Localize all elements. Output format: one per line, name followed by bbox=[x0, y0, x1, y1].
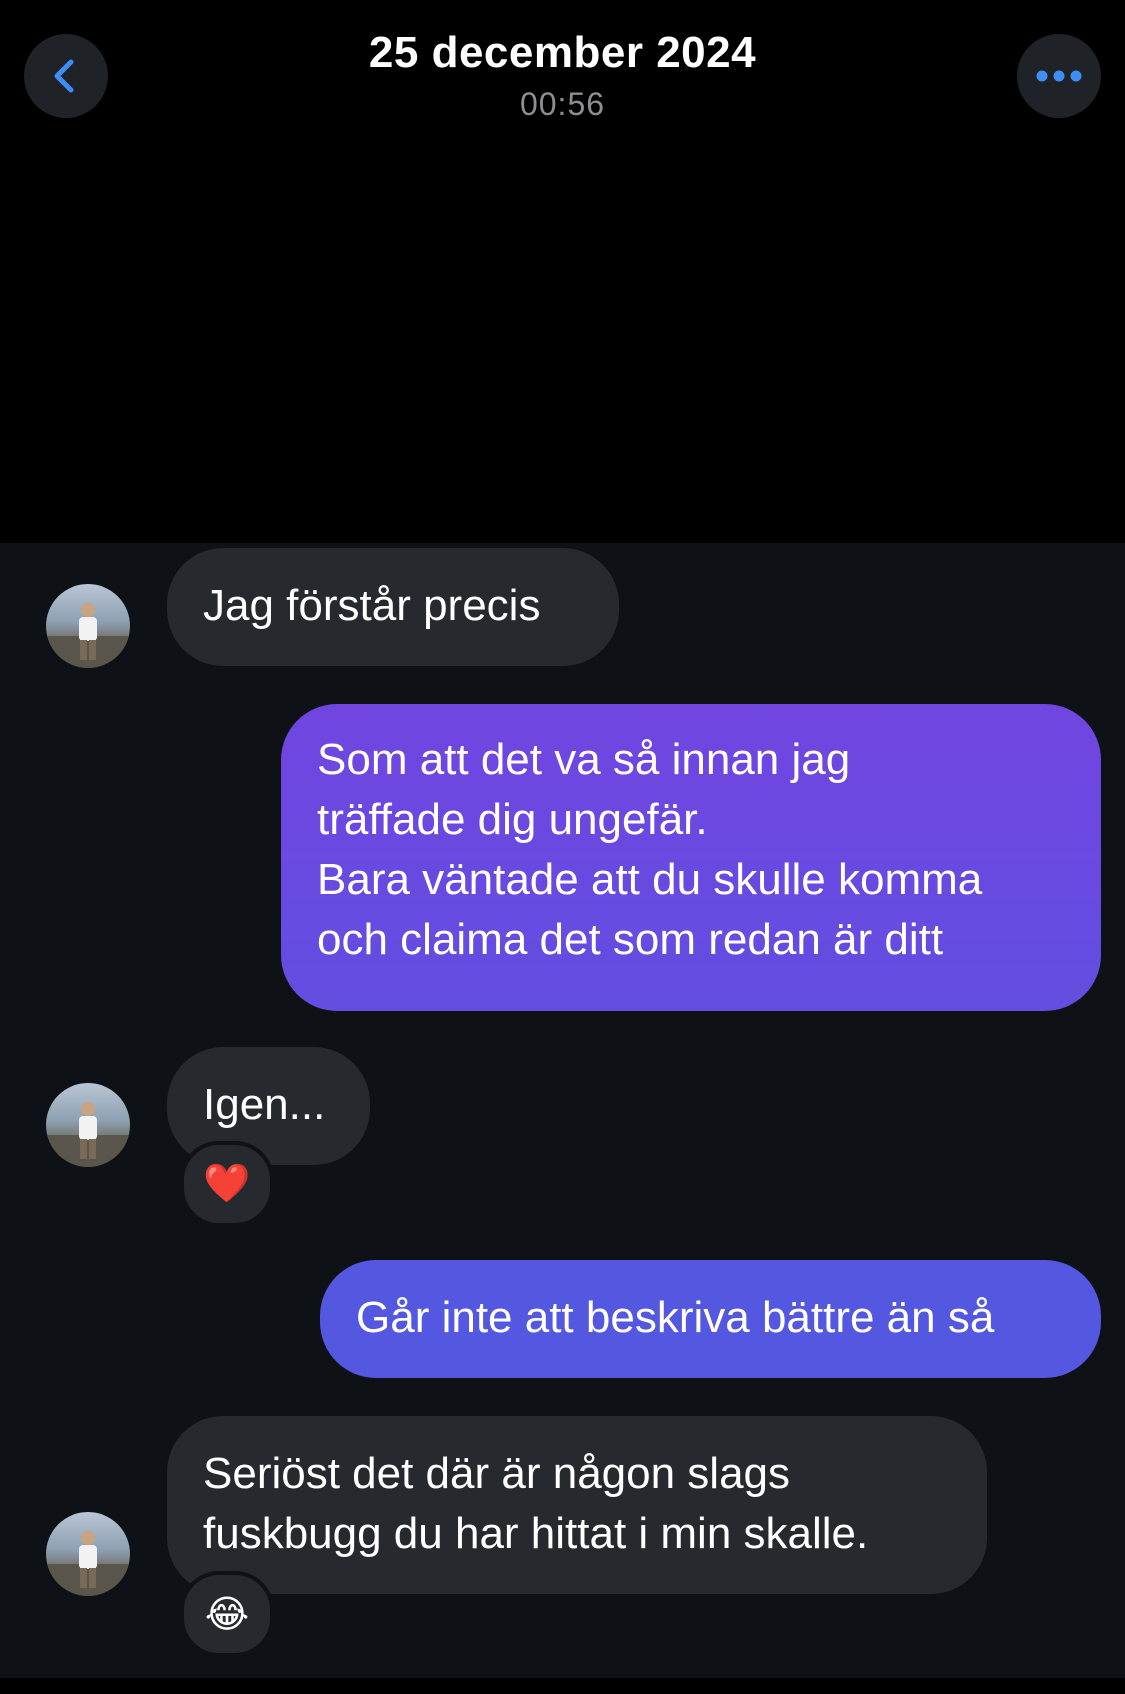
heart-reaction-icon[interactable]: ❤️ bbox=[180, 1141, 274, 1227]
more-options-button[interactable] bbox=[1017, 34, 1101, 118]
conversation-screen: 25 december 2024 00:56 Jag förstår preci… bbox=[0, 0, 1125, 1694]
ellipsis-icon bbox=[1036, 70, 1082, 82]
incoming-message[interactable]: Jag förstår precis bbox=[167, 548, 619, 666]
bottom-edge bbox=[0, 1678, 1125, 1694]
avatar[interactable] bbox=[46, 584, 130, 668]
incoming-message[interactable]: Seriöst det där är någon slags fuskbugg … bbox=[167, 1416, 987, 1594]
avatar[interactable] bbox=[46, 1083, 130, 1167]
outgoing-message[interactable]: Går inte att beskriva bättre än så bbox=[320, 1260, 1101, 1378]
conversation-date: 25 december 2024 bbox=[368, 28, 757, 77]
laughing-reaction-icon[interactable]: 😂 bbox=[180, 1571, 274, 1657]
message-list[interactable]: Jag förstår precis Som att det va så inn… bbox=[0, 543, 1125, 1678]
avatar[interactable] bbox=[46, 1512, 130, 1596]
conversation-time: 00:56 bbox=[519, 86, 606, 122]
outgoing-message[interactable]: Som att det va så innan jag träffade dig… bbox=[281, 704, 1101, 1011]
header: 25 december 2024 00:56 bbox=[0, 0, 1125, 543]
